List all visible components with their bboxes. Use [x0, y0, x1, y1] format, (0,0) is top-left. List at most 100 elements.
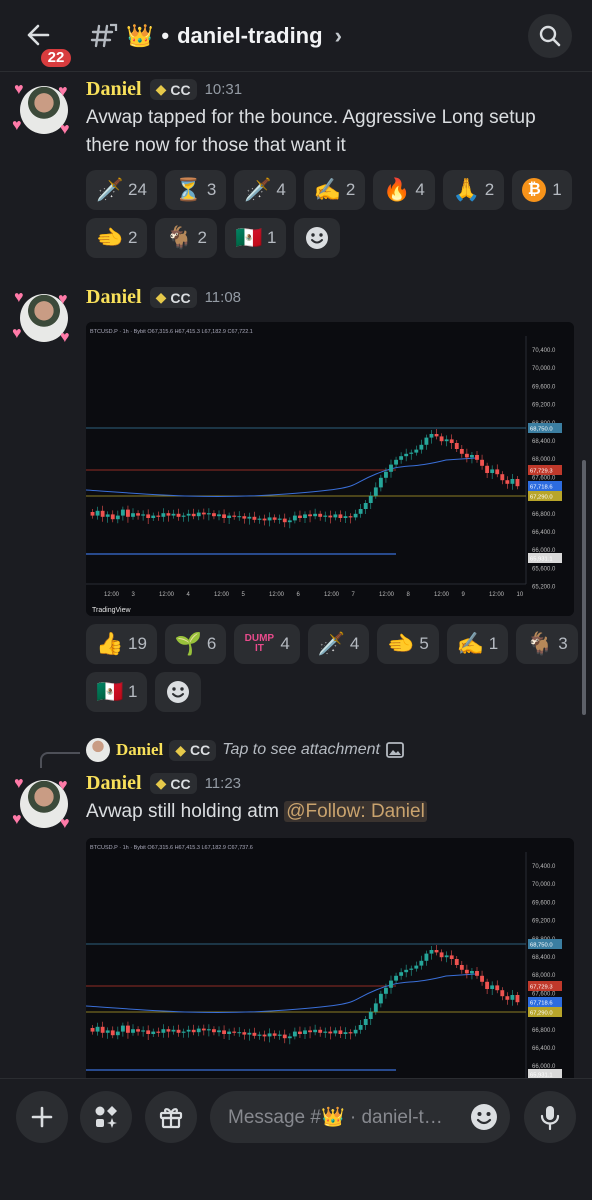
channel-title[interactable]: 👑 • daniel-trading ›	[126, 23, 342, 49]
add-reaction-icon	[306, 227, 329, 249]
reaction-emoji: 🗡️	[96, 177, 124, 202]
chart-attachment[interactable]: BTCUSD.P · 1h · Bybit O67,315.6 H67,415.…	[86, 322, 574, 616]
clan-tag: ◆ CC	[169, 739, 217, 761]
reply-reference[interactable]: Daniel ◆ CC Tap to see attachment	[86, 738, 404, 762]
channel-name: daniel-trading	[177, 22, 323, 48]
add-reaction-icon	[167, 681, 190, 703]
reply-text: Tap to see attachment	[222, 741, 380, 758]
add-reaction-button[interactable]	[155, 672, 202, 712]
leaf-icon: ◆	[175, 741, 187, 758]
y-tick-label: 65,600.0	[532, 566, 556, 572]
message-input[interactable]: Message #👑 · daniel-t…	[210, 1091, 510, 1143]
message-text: Avwap tapped for the bounce. Aggressive …	[86, 107, 536, 156]
reaction-pill[interactable]: 🗡️ 4	[307, 624, 370, 664]
back-arrow-icon	[27, 24, 50, 45]
plus-icon	[31, 1106, 53, 1128]
price-tag-label: 67,729.3	[530, 985, 553, 991]
clan-tag[interactable]: ◆ CC	[149, 773, 197, 794]
reaction-count: 2	[128, 228, 138, 247]
y-tick-label: 69,600.0	[532, 900, 556, 906]
y-tick-label: 67,600.0	[532, 475, 556, 481]
message-composer: Message #👑 · daniel-t…	[0, 1078, 592, 1200]
add-reaction-button[interactable]	[294, 218, 341, 258]
reaction-pill[interactable]: DUMP IT 4	[234, 624, 300, 664]
y-tick-label: 70,400.0	[532, 348, 556, 354]
reaction-pill[interactable]: 🐐 2	[155, 218, 217, 258]
author-avatar[interactable]: ♥ ♥ ♥ ♥	[12, 82, 72, 140]
reaction-pill[interactable]: 🔥 4	[373, 170, 435, 210]
reaction-pill[interactable]: 🌱 6	[164, 624, 227, 664]
y-tick-label: 69,600.0	[532, 384, 556, 390]
reaction-pill[interactable]: 🫲 5	[377, 624, 439, 664]
emoji-picker-icon[interactable]	[468, 1101, 500, 1133]
leaf-icon: ◆	[155, 81, 167, 97]
reaction-count: 19	[128, 634, 147, 653]
role-mention[interactable]: @Follow: Daniel	[284, 801, 427, 822]
reaction-count: 4	[349, 634, 360, 653]
reaction-pill[interactable]: 🇲🇽 1	[86, 672, 148, 712]
y-tick-label: 68,000.0	[532, 973, 556, 979]
reaction-pill[interactable]: 🙏 2	[442, 170, 505, 210]
price-tag-label: 67,290.0	[530, 1011, 553, 1017]
apps-button[interactable]	[80, 1091, 132, 1143]
reaction-pill[interactable]: 🗡️ 4	[234, 170, 296, 210]
reaction-emoji: 🌱	[174, 631, 203, 656]
price-tag-label: 68,750.0	[530, 427, 553, 433]
author-name[interactable]: Daniel	[86, 78, 142, 101]
reaction-pill[interactable]: 🇲🇽 1	[224, 218, 287, 258]
search-icon	[539, 25, 561, 47]
reaction-emoji: 👍	[96, 631, 124, 656]
author-name[interactable]: Daniel	[86, 772, 142, 795]
chart-attachment[interactable]: BTCUSD.P · 1h · Bybit O67,315.6 H67,415.…	[86, 838, 574, 1078]
reaction-emoji: 🗡️	[244, 177, 272, 202]
reaction-list: 🗡️ 24 ⏳ 3 🗡️ 4 ✍️ 2 🔥 4 🙏 2 ₿ 1 🫲 2 🐐 2 🇲🇽 1	[86, 170, 586, 258]
author-name[interactable]: Daniel	[86, 286, 142, 309]
reaction-emoji: 🐐	[165, 225, 193, 250]
reaction-pill[interactable]: ₿ 1	[512, 170, 572, 210]
price-tag-label: 68,750.0	[530, 943, 553, 949]
scrollbar[interactable]	[582, 460, 586, 715]
reaction-pill[interactable]: 🐐 3	[516, 624, 578, 664]
reaction-pill[interactable]: 🫲 2	[86, 218, 148, 258]
x-tick-label: 12:00	[434, 592, 450, 598]
reaction-pill[interactable]: 🗡️ 24	[86, 170, 157, 210]
search-button[interactable]	[528, 14, 572, 58]
reaction-emoji: 🇲🇽	[96, 679, 124, 704]
x-tick-label: 10	[517, 592, 524, 598]
crown-emoji: 👑	[126, 22, 154, 48]
price-tag-label: 67,718.6	[530, 485, 553, 491]
x-tick-label: 12:00	[379, 592, 395, 598]
gift-button[interactable]	[145, 1091, 197, 1143]
author-avatar[interactable]: ♥ ♥ ♥ ♥	[12, 290, 72, 348]
reaction-emoji: ✍️	[456, 631, 485, 656]
back-button[interactable]: 22	[12, 6, 74, 70]
y-tick-label: 70,400.0	[532, 864, 556, 870]
reaction-pill[interactable]: ✍️ 2	[303, 170, 366, 210]
price-tag-label: 67,729.3	[530, 469, 553, 475]
reaction-pill[interactable]: ⏳ 3	[164, 170, 227, 210]
image-icon	[386, 742, 404, 758]
y-tick-label: 66,800.0	[532, 1028, 556, 1034]
add-button[interactable]	[16, 1091, 68, 1143]
voice-message-button[interactable]	[524, 1091, 576, 1143]
reply-connector	[40, 752, 80, 768]
reaction-emoji: 🔥	[383, 177, 411, 202]
microphone-icon	[540, 1106, 560, 1130]
clan-tag[interactable]: ◆ CC	[149, 79, 197, 100]
reaction-count: 1	[128, 682, 138, 701]
reaction-pill[interactable]: 👍 19	[86, 624, 157, 664]
y-tick-label: 66,800.0	[532, 512, 556, 518]
reaction-pill[interactable]: ✍️ 1	[446, 624, 509, 664]
reaction-emoji: ⏳	[174, 177, 203, 202]
clan-tag[interactable]: ◆ CC	[149, 287, 197, 308]
x-tick-label: 12:00	[104, 592, 120, 598]
y-tick-label: 65,200.0	[532, 585, 556, 591]
y-tick-label: 69,200.0	[532, 403, 556, 409]
gift-icon	[159, 1108, 183, 1129]
reaction-count: 6	[206, 634, 217, 653]
tradingview-watermark: TradingView	[92, 607, 131, 614]
reaction-count: 2	[345, 180, 356, 199]
y-tick-label: 66,400.0	[532, 1046, 556, 1052]
author-avatar[interactable]: ♥ ♥ ♥ ♥	[12, 776, 72, 834]
x-tick-label: 12:00	[489, 592, 505, 598]
